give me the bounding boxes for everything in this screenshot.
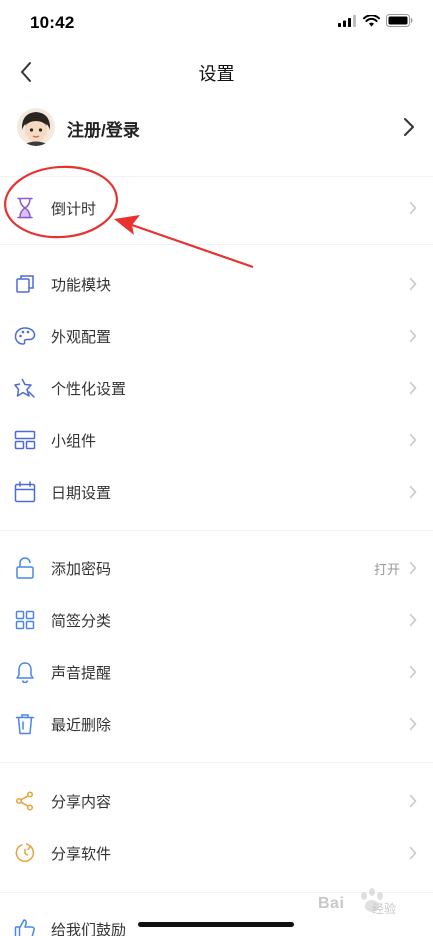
chevron-right-icon (409, 665, 417, 679)
settings-item-label: 日期设置 (51, 485, 112, 502)
settings-item-share-app[interactable]: 分享软件 (0, 827, 433, 879)
settings-item-personalization[interactable]: 个性化设置 (0, 362, 433, 414)
password-status-value: 打开 (373, 562, 400, 577)
chevron-right-icon (409, 277, 417, 291)
chevron-right-icon (409, 329, 417, 343)
settings-item-modules[interactable]: 功能模块 (0, 258, 433, 310)
calendar-icon (14, 481, 36, 503)
settings-item-recently-deleted[interactable]: 最近删除 (0, 698, 433, 750)
divider (0, 176, 433, 177)
settings-item-label: 个性化设置 (51, 381, 127, 398)
status-icons (338, 14, 413, 27)
chevron-right-icon (404, 118, 414, 136)
widget-icon (14, 429, 36, 451)
module-icon (14, 273, 36, 295)
settings-item-label: 分享内容 (51, 794, 112, 811)
battery-icon (386, 14, 413, 27)
share-icon (14, 790, 36, 812)
lock-icon (14, 557, 36, 579)
settings-screen: 10:42 设置 注册/登录 倒计时 功能模块 外观配置 个性化设置 小组件 日… (0, 0, 433, 936)
page-title: 设置 (198, 64, 235, 84)
settings-item-label: 外观配置 (51, 329, 112, 346)
section-divider (0, 762, 433, 763)
chevron-right-icon (409, 717, 417, 731)
star-icon (14, 377, 36, 399)
settings-item-label: 最近删除 (51, 717, 112, 734)
settings-item-label: 分享软件 (51, 846, 112, 863)
settings-item-label: 添加密码 (51, 561, 112, 578)
settings-item-password[interactable]: 添加密码 打开 (0, 542, 433, 594)
section-divider (0, 244, 433, 245)
chevron-right-icon (409, 201, 417, 215)
settings-item-countdown[interactable]: 倒计时 (0, 182, 433, 234)
watermark-text: Bai (318, 895, 345, 912)
settings-item-label: 小组件 (51, 433, 97, 450)
settings-item-label: 简签分类 (51, 613, 112, 630)
settings-item-widgets[interactable]: 小组件 (0, 414, 433, 466)
settings-item-sound[interactable]: 声音提醒 (0, 646, 433, 698)
chevron-right-icon (409, 846, 417, 860)
status-bar: 10:42 (0, 0, 433, 46)
chevron-right-icon (409, 433, 417, 447)
watermark-subtext: 经验 (372, 902, 397, 916)
settings-item-appearance[interactable]: 外观配置 (0, 310, 433, 362)
settings-item-share-content[interactable]: 分享内容 (0, 775, 433, 827)
settings-item-label: 倒计时 (51, 201, 97, 218)
chevron-right-icon (409, 485, 417, 499)
wifi-icon (363, 14, 380, 26)
settings-item-date[interactable]: 日期设置 (0, 466, 433, 518)
section-divider (0, 530, 433, 531)
settings-item-categories[interactable]: 简签分类 (0, 594, 433, 646)
home-indicator[interactable] (138, 922, 294, 927)
avatar (17, 108, 55, 146)
palette-icon (14, 325, 36, 347)
settings-item-label: 给我们鼓励 (51, 922, 127, 936)
chevron-right-icon (409, 613, 417, 627)
hourglass-icon (14, 197, 36, 219)
trash-icon (14, 713, 36, 735)
settings-item-label: 功能模块 (51, 277, 112, 294)
bell-icon (14, 661, 36, 683)
signal-icon (338, 14, 356, 27)
settings-item-label: 声音提醒 (51, 665, 112, 682)
login-row[interactable]: 注册/登录 (0, 102, 433, 152)
refresh-icon (14, 842, 36, 864)
login-label: 注册/登录 (67, 121, 140, 140)
nav-bar: 设置 (0, 46, 433, 98)
chevron-right-icon (409, 561, 417, 575)
thumbs-up-icon (14, 918, 36, 936)
chevron-right-icon (409, 381, 417, 395)
status-time: 10:42 (30, 13, 75, 32)
grid-icon (14, 609, 36, 631)
chevron-right-icon (409, 794, 417, 808)
